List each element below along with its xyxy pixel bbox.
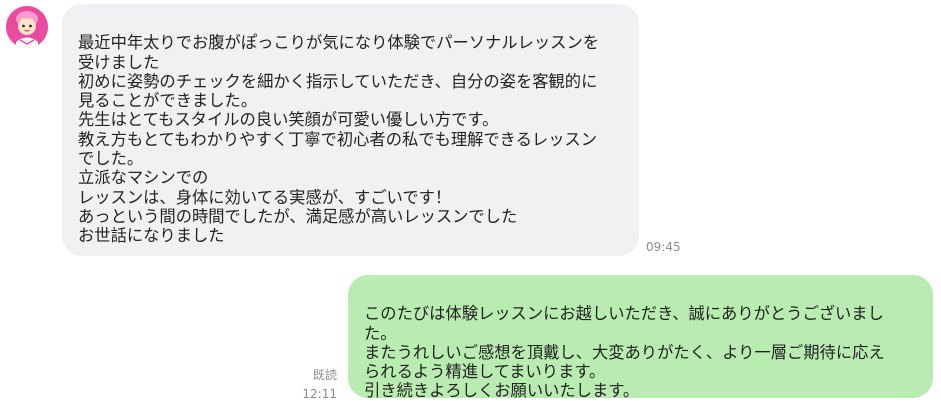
character-avatar-icon xyxy=(6,6,48,48)
incoming-message-bubble: 最近中年太りでお腹がぽっこりが気になり体験でパーソナルレッスンを 受けました 初… xyxy=(62,4,639,256)
outgoing-message-bubble: このたびは体験レッスンにお越しいただき、誠にありがとうございまし た。 またうれ… xyxy=(348,275,933,401)
incoming-message-text: 最近中年太りでお腹がぽっこりが気になり体験でパーソナルレッスンを 受けました 初… xyxy=(78,33,600,246)
outgoing-message-time: 12:11 xyxy=(302,387,337,401)
read-receipt: 既読 12:11 xyxy=(302,366,337,404)
incoming-message-time: 09:45 xyxy=(646,240,681,254)
sender-avatar[interactable] xyxy=(6,6,48,48)
outgoing-message-text: このたびは体験レッスンにお越しいただき、誠にありがとうございまし た。 またうれ… xyxy=(364,304,885,401)
read-status-label: 既読 xyxy=(312,368,337,382)
